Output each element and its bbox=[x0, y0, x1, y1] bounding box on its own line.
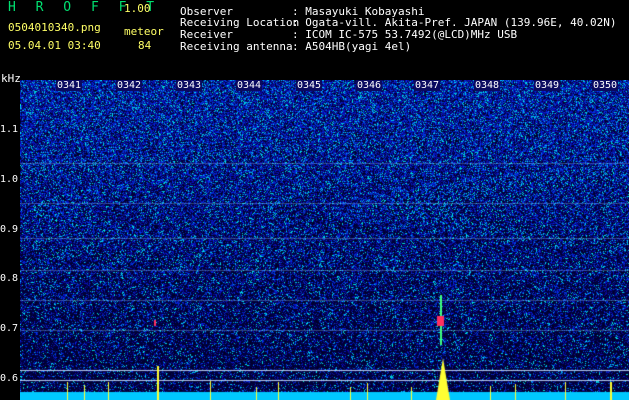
time-tick-label: 0345 bbox=[296, 80, 323, 91]
antenna-label: Receiving antenna bbox=[180, 40, 293, 53]
time-tick-label: 0348 bbox=[474, 80, 501, 91]
time-tick-label: 0350 bbox=[592, 80, 619, 91]
datetime: 05.04.01 03:40 bbox=[8, 39, 101, 52]
y-unit-label: kHz bbox=[1, 72, 21, 85]
spectrogram bbox=[20, 80, 629, 400]
time-tick-label: 0344 bbox=[236, 80, 263, 91]
meteor-count: 84 bbox=[138, 39, 152, 52]
time-tick-label: 0346 bbox=[356, 80, 383, 91]
y-tick-label: 0.7 bbox=[0, 323, 19, 334]
file-name: 0504010340.png bbox=[8, 21, 101, 34]
time-tick-label: 0349 bbox=[534, 80, 561, 91]
antenna-value: : A504HB(yagi 4el) bbox=[292, 40, 412, 53]
y-tick-label: 1.1 bbox=[0, 124, 19, 135]
time-tick-label: 0347 bbox=[414, 80, 441, 91]
hrofft-screen: { "header": { "app_name": "H R O F F T",… bbox=[0, 0, 629, 400]
y-tick-label: 1.0 bbox=[0, 174, 19, 185]
time-tick-label: 0342 bbox=[116, 80, 143, 91]
app-version: 1.00 bbox=[124, 2, 151, 15]
meteor-label: meteor bbox=[124, 25, 164, 38]
time-tick-label: 0341 bbox=[56, 80, 83, 91]
time-tick-label: 0343 bbox=[176, 80, 203, 91]
y-tick-label: 0.6 bbox=[0, 373, 19, 384]
y-tick-label: 0.8 bbox=[0, 273, 19, 284]
y-tick-label: 0.9 bbox=[0, 224, 19, 235]
